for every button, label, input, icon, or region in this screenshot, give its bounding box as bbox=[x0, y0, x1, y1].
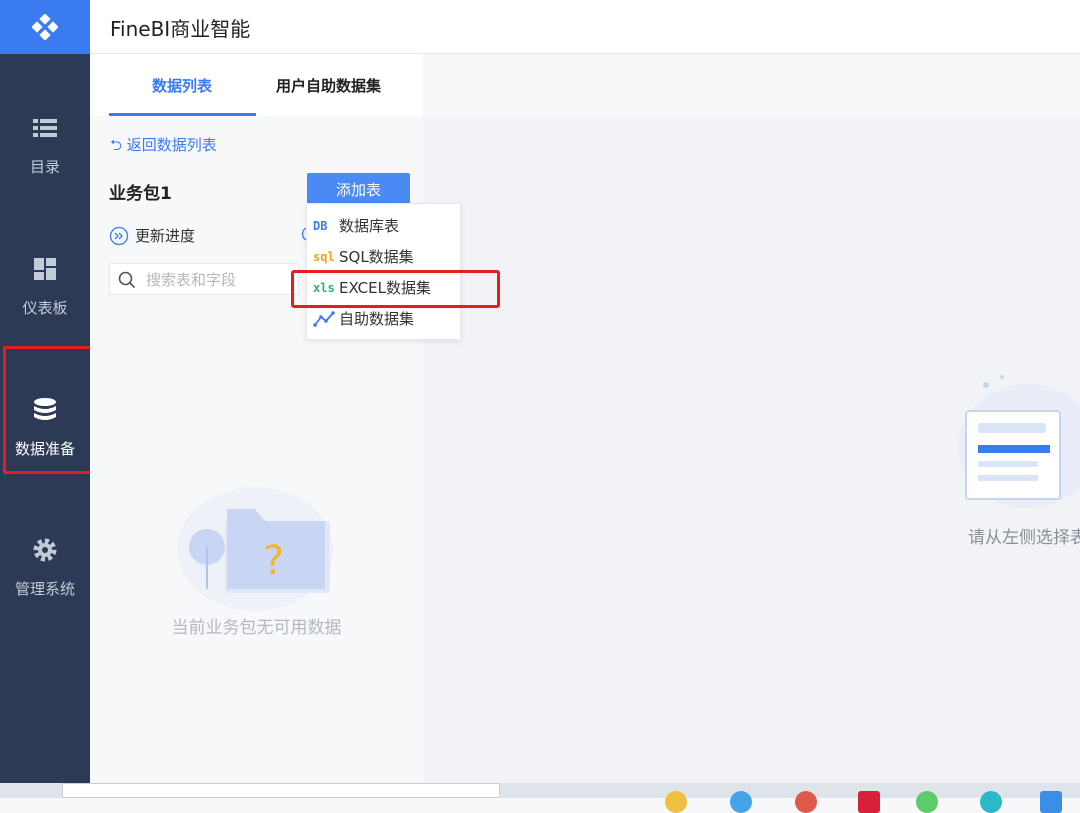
search-box[interactable]: 搜索表和字段 bbox=[109, 263, 299, 295]
progress-icon bbox=[109, 226, 129, 245]
active-tab-indicator bbox=[109, 113, 256, 116]
empty-state-text: 当前业务包无可用数据 bbox=[171, 618, 342, 638]
select-table-illustration bbox=[958, 375, 1080, 508]
app-header: FineBI商业智能 bbox=[90, 0, 1080, 54]
tab-data-list[interactable]: 数据列表 bbox=[152, 75, 212, 96]
back-to-list-link[interactable]: ⮌ 返回数据列表 bbox=[110, 134, 217, 160]
db-icon: DB bbox=[313, 218, 328, 233]
svg-text:?: ? bbox=[263, 538, 284, 584]
app-title: FineBI商业智能 bbox=[110, 17, 251, 41]
back-label: 返回数据列表 bbox=[126, 136, 217, 154]
list-icon bbox=[33, 119, 57, 137]
panel-tabs: 数据列表 用户自助数据集 bbox=[90, 54, 423, 116]
nav-item-admin[interactable]: 管理系统 bbox=[0, 508, 90, 628]
data-list-panel: 数据列表 用户自助数据集 ⮌ 返回数据列表 业务包1 添加表 更新进度 搜索表和… bbox=[90, 54, 423, 783]
search-icon bbox=[118, 271, 136, 289]
taskbar-app-icon[interactable] bbox=[1040, 791, 1062, 813]
main-content: 请从左侧选择表 bbox=[423, 116, 1080, 783]
logo[interactable] bbox=[0, 0, 90, 54]
taskbar-app-icon[interactable] bbox=[795, 791, 817, 813]
nav-item-catalog[interactable]: 目录 bbox=[0, 86, 90, 206]
tab-self-service-dataset[interactable]: 用户自助数据集 bbox=[276, 75, 381, 96]
gear-icon bbox=[33, 538, 57, 562]
nav-item-label: 仪表板 bbox=[22, 299, 68, 317]
taskbar-app-icon[interactable] bbox=[980, 791, 1002, 813]
search-input[interactable]: 搜索表和字段 bbox=[146, 269, 236, 290]
menu-item-label: 数据库表 bbox=[339, 217, 400, 235]
update-progress-link[interactable]: 更新进度 bbox=[109, 225, 195, 246]
nav-item-label: 目录 bbox=[29, 158, 60, 176]
nav-item-dashboard[interactable]: 仪表板 bbox=[0, 227, 90, 347]
menu-item-sql-dataset[interactable]: sql SQL数据集 bbox=[307, 241, 462, 272]
package-name: 业务包1 bbox=[109, 184, 172, 204]
sql-icon: sql bbox=[313, 249, 335, 264]
menu-item-label: SQL数据集 bbox=[339, 248, 414, 266]
taskbar-window[interactable] bbox=[62, 783, 500, 798]
taskbar-app-icon[interactable] bbox=[916, 791, 938, 813]
taskbar-app-icon[interactable] bbox=[665, 791, 687, 813]
menu-item-label: 自助数据集 bbox=[339, 310, 415, 328]
logo-icon bbox=[32, 14, 58, 40]
line-chart-icon bbox=[313, 310, 335, 327]
taskbar-app-icon[interactable] bbox=[730, 791, 752, 813]
highlight-box-excel-dataset bbox=[291, 270, 500, 308]
main-hint-text: 请从左侧选择表 bbox=[968, 528, 1080, 548]
add-table-button[interactable]: 添加表 bbox=[307, 173, 410, 205]
empty-folder-illustration: ? bbox=[177, 487, 333, 611]
nav-item-label: 管理系统 bbox=[14, 580, 75, 598]
taskbar-app-icon[interactable] bbox=[858, 791, 880, 813]
update-label: 更新进度 bbox=[135, 227, 196, 245]
back-arrow-icon: ⮌ bbox=[110, 136, 123, 154]
dashboard-grid-icon bbox=[34, 258, 56, 280]
taskbar bbox=[0, 783, 1080, 813]
menu-item-database-table[interactable]: DB 数据库表 bbox=[307, 210, 462, 241]
